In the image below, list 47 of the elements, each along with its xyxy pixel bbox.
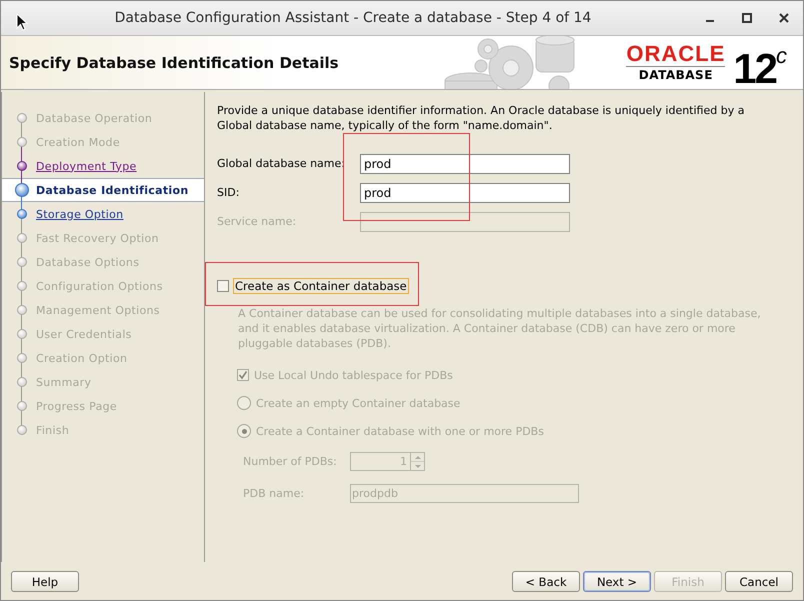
step-dot-icon	[17, 233, 27, 243]
step-item: Progress Page	[36, 400, 117, 412]
page-heading: Specify Database Identification Details	[8, 54, 340, 72]
step-dot-icon	[17, 425, 27, 435]
step-item: Fast Recovery Option	[36, 232, 159, 244]
step-dot-icon	[17, 137, 27, 147]
step-dot-icon	[17, 377, 27, 387]
field-label: Number of PDBs:	[243, 454, 338, 468]
checkbox-label[interactable]: Create as Container database	[233, 278, 409, 294]
step-item: Database Operation	[36, 112, 152, 124]
field-label: Service name:	[217, 215, 298, 228]
maximize-icon[interactable]	[742, 13, 752, 23]
step-item: Management Options	[36, 304, 160, 316]
field-label: Global database name:	[217, 157, 346, 170]
step-dot-icon	[17, 305, 27, 315]
container-description: A Container database can be used for consolidating multiple databases into a single database, and it enables database virtualization. A Container database (CDB) can have zero or more pluggable databases (PDB).	[238, 306, 762, 351]
dialog-button[interactable]: < Back	[512, 571, 580, 592]
version-logo: 12$^{c}$	[733, 42, 785, 91]
window-title: Database Configuration Assistant - Create a database - Step 4 of 14	[114, 10, 592, 26]
step-item: Finish	[36, 424, 70, 436]
step-item: Creation Option	[36, 352, 128, 364]
brand-logo: ORACLE	[626, 42, 726, 66]
step-item: Creation Mode	[36, 136, 120, 148]
step-item: Summary	[36, 376, 92, 388]
dialog-button[interactable]: Next >	[583, 571, 651, 592]
text-field[interactable]: prod	[360, 182, 570, 202]
field-label: SID:	[217, 186, 240, 199]
field-label: PDB name:	[243, 486, 306, 500]
checkbox[interactable]	[217, 280, 229, 292]
step-item[interactable]: Storage Option	[36, 208, 124, 220]
step-item: User Credentials	[36, 328, 132, 340]
text-field[interactable]: prod	[360, 154, 570, 174]
step-dot-icon	[17, 257, 27, 267]
step-dot-icon	[17, 401, 27, 411]
mouse-pointer-icon	[16, 13, 28, 31]
step-dot-icon	[17, 353, 27, 363]
step-dot-icon	[17, 113, 27, 123]
intro-text: Provide a unique database identifier information. An Oracle database is uniquely identified by a Global database name, typically of the form "name.domain".	[217, 103, 746, 133]
dialog-button[interactable]: Cancel	[725, 571, 793, 592]
dialog-button[interactable]: Help	[11, 571, 79, 592]
step-item: Database Options	[36, 256, 140, 268]
step-item: Configuration Options	[36, 280, 163, 292]
step-dot-icon	[17, 281, 27, 291]
step-dot-icon	[17, 329, 27, 339]
product-label: DATABASE	[638, 66, 713, 82]
close-icon[interactable]	[779, 13, 789, 23]
step-item[interactable]: Deployment Type	[36, 160, 137, 172]
